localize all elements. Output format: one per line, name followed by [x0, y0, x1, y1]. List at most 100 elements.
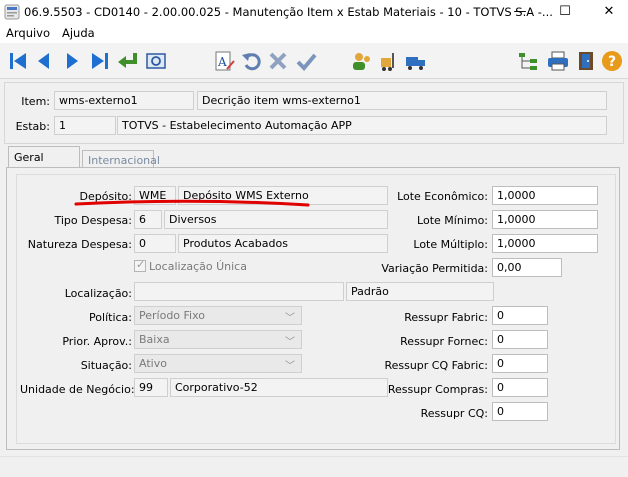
- svg-text:A: A: [217, 55, 227, 69]
- undo-button[interactable]: [240, 49, 264, 73]
- lote-minimo-field[interactable]: 1,0000: [492, 210, 598, 229]
- ressupr-fornec-field[interactable]: 0: [492, 330, 548, 349]
- item-code-field[interactable]: wms-externo1: [54, 91, 194, 110]
- help-icon: ?: [602, 51, 622, 71]
- menu-ajuda[interactable]: Ajuda: [62, 26, 95, 40]
- minimize-button[interactable]: —: [505, 0, 535, 24]
- tab-internacional[interactable]: Internacional: [82, 150, 160, 168]
- politica-select[interactable]: Período Fixo ﹀: [134, 306, 302, 325]
- checkmark-icon: [296, 53, 317, 71]
- check-icon: ✓: [136, 258, 146, 271]
- first-record-button[interactable]: [6, 49, 30, 73]
- previous-icon: [38, 53, 49, 69]
- red-underline-annotation: [74, 199, 310, 207]
- politica-label: Política:: [89, 311, 132, 324]
- natureza-despesa-label: Natureza Despesa:: [27, 238, 132, 251]
- users-button[interactable]: [350, 49, 374, 73]
- situacao-select[interactable]: Ativo ﹀: [134, 354, 302, 373]
- variacao-permitida-field[interactable]: 0,00: [492, 258, 562, 277]
- localizacao-unica-checkbox[interactable]: ✓ Localização Única: [134, 258, 247, 273]
- status-bar: [0, 456, 628, 477]
- prior-aprov-value: Baixa: [139, 333, 170, 346]
- next-record-button[interactable]: [60, 49, 84, 73]
- tab-geral-label: Geral: [14, 151, 44, 164]
- chevron-down-icon: ﹀: [285, 361, 295, 372]
- ressupr-fabric-field[interactable]: 0: [492, 306, 548, 325]
- last-icon: [92, 53, 108, 69]
- prior-aprov-select[interactable]: Baixa ﹀: [134, 330, 302, 349]
- edit-button[interactable]: A: [212, 49, 236, 73]
- tab-internacional-label: Internacional: [88, 154, 160, 167]
- ressupr-fabric-label: Ressupr Fabric:: [404, 311, 488, 324]
- tipo-despesa-label: Tipo Despesa:: [54, 214, 132, 227]
- localizacao-field[interactable]: [134, 282, 344, 301]
- printer-icon: [548, 51, 568, 71]
- exit-button[interactable]: [574, 49, 598, 73]
- checkbox-box: ✓: [134, 258, 146, 272]
- app-icon: [4, 4, 20, 20]
- delete-button[interactable]: [266, 49, 290, 73]
- item-label: Item:: [21, 95, 50, 108]
- unidade-negocio-code-field[interactable]: 99: [134, 378, 168, 397]
- tipo-despesa-description-field[interactable]: Diversos: [164, 210, 388, 229]
- item-description-field[interactable]: Decrição item wms-externo1: [197, 91, 607, 110]
- menu-bar: Arquivo Ajuda: [0, 24, 628, 43]
- ressupr-cq-field[interactable]: 0: [492, 402, 548, 421]
- search-button[interactable]: [144, 49, 168, 73]
- natureza-despesa-code-field[interactable]: 0: [134, 234, 176, 253]
- tipo-despesa-code-field[interactable]: 6: [134, 210, 162, 229]
- confirm-button[interactable]: [294, 49, 318, 73]
- lote-multiplo-field[interactable]: 1,0000: [492, 234, 598, 253]
- forklift-button[interactable]: [378, 49, 402, 73]
- localizacao-label: Localização:: [64, 287, 132, 300]
- previous-record-button[interactable]: [32, 49, 56, 73]
- tab-geral[interactable]: Geral: [8, 146, 80, 168]
- situacao-label: Situação:: [80, 359, 132, 372]
- menu-arquivo[interactable]: Arquivo: [6, 26, 50, 40]
- localizacao-padrao-field[interactable]: Padrão: [346, 282, 494, 301]
- prior-aprov-label: Prior. Aprov.:: [62, 335, 132, 348]
- tree-icon: [519, 53, 537, 70]
- tree-view-button[interactable]: [516, 49, 540, 73]
- title-bar: 06.9.5503 - CD0140 - 2.00.00.025 - Manut…: [0, 0, 628, 24]
- politica-value: Período Fixo: [139, 309, 206, 322]
- print-button[interactable]: [546, 49, 570, 73]
- ressupr-cq-fabric-field[interactable]: 0: [492, 354, 548, 373]
- estab-code-field[interactable]: 1: [54, 116, 116, 135]
- exit-door-icon: [579, 52, 593, 70]
- lote-economico-label: Lote Econômico:: [397, 190, 488, 203]
- ressupr-fornec-label: Ressupr Fornec:: [400, 335, 488, 348]
- undo-icon: [242, 53, 261, 71]
- close-button[interactable]: ✕: [594, 0, 624, 24]
- toolbar: A ?: [0, 43, 628, 79]
- forklift-icon: [381, 53, 394, 71]
- goto-button[interactable]: [116, 49, 140, 73]
- truck-button[interactable]: [404, 49, 428, 73]
- truck-icon: [406, 57, 425, 70]
- unidade-negocio-description-field[interactable]: Corporativo-52: [170, 378, 388, 397]
- localizacao-unica-label: Localização Única: [149, 260, 247, 273]
- ressupr-cq-label: Ressupr CQ:: [420, 407, 488, 420]
- estab-description-field[interactable]: TOTVS - Estabelecimento Automação APP: [117, 116, 607, 135]
- return-arrow-icon: [118, 53, 137, 68]
- window-title: 06.9.5503 - CD0140 - 2.00.00.025 - Manut…: [24, 5, 553, 19]
- users-icon: [353, 53, 370, 70]
- maximize-button[interactable]: ☐: [550, 0, 580, 24]
- help-button[interactable]: ?: [600, 49, 624, 73]
- ressupr-compras-field[interactable]: 0: [492, 378, 548, 397]
- estab-label: Estab:: [15, 120, 50, 133]
- variacao-permitida-label: Variação Permitida:: [381, 262, 488, 275]
- svg-text:?: ?: [608, 54, 616, 70]
- lote-minimo-label: Lote Mínimo:: [417, 214, 488, 227]
- delete-x-icon: [269, 52, 287, 70]
- lote-economico-field[interactable]: 1,0000: [492, 186, 598, 205]
- chevron-down-icon: ﹀: [285, 313, 295, 324]
- edit-document-icon: A: [215, 51, 235, 71]
- ressupr-cq-fabric-label: Ressupr CQ Fabric:: [384, 359, 488, 372]
- next-icon: [67, 53, 78, 69]
- chevron-down-icon: ﹀: [285, 337, 295, 348]
- search-window-icon: [146, 53, 166, 69]
- natureza-despesa-description-field[interactable]: Produtos Acabados: [178, 234, 388, 253]
- last-record-button[interactable]: [88, 49, 112, 73]
- lote-multiplo-label: Lote Múltiplo:: [413, 238, 488, 251]
